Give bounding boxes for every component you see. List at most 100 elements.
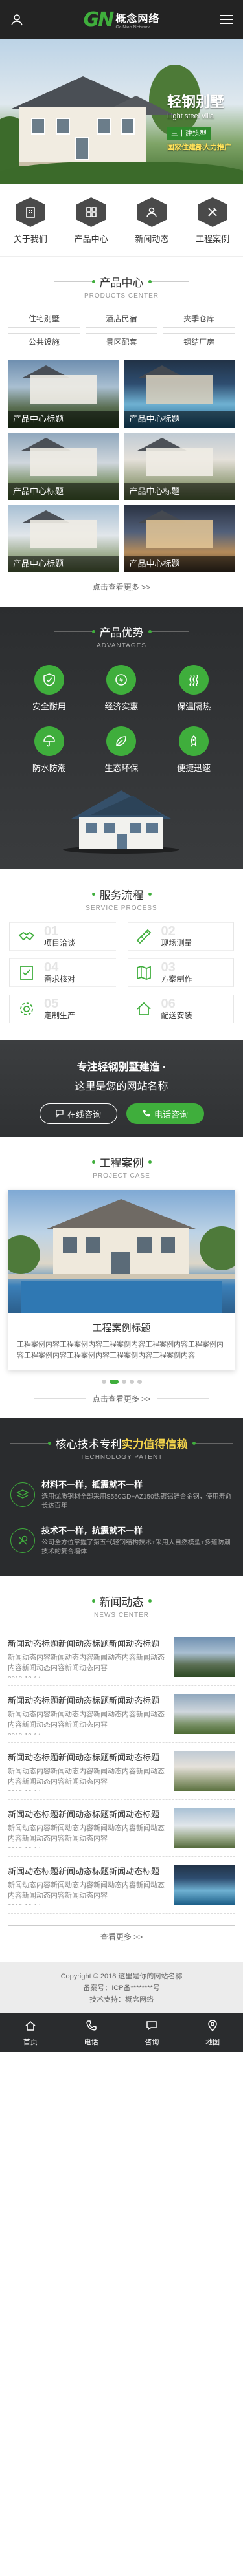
news-item[interactable]: 新闻动态标题新闻动态标题新闻动态标题 新闻动态内容新闻动态内容新闻动态内容新闻动… [8,1857,235,1914]
step-label: 现场测量 [161,938,192,947]
section-title: 新闻动态 NEWS CENTER [0,1576,243,1629]
product-card[interactable]: 产品中心标题 [8,433,119,500]
product-title: 产品中心标题 [124,556,235,572]
news-item[interactable]: 新闻动态标题新闻动态标题新闻动态标题 新闻动态内容新闻动态内容新闻动态内容新闻动… [8,1800,235,1857]
tab-map[interactable]: 地图 [205,2019,220,2047]
news-item[interactable]: 新闻动态标题新闻动态标题新闻动态标题 新闻动态内容新闻动态内容新闻动态内容新闻动… [8,1686,235,1743]
product-grid: 产品中心标题 产品中心标题 产品中心标题 产品中心标题 产品中心标题 产品中心标… [0,351,243,572]
process-step: 01 项目洽谈 [9,922,116,951]
banner-subtitle: Light steel villa [167,113,214,120]
quicknav-label: 工程案例 [196,234,230,244]
advantage-item: ¥ 经济实惠 [86,665,158,712]
cases-more-link[interactable]: 点击查看更多 >> [0,1393,243,1404]
quicknav-products[interactable]: 产品中心 [65,197,117,244]
category-tab[interactable]: 住宅别墅 [8,310,80,328]
news-item[interactable]: 新闻动态标题新闻动态标题新闻动态标题 新闻动态内容新闻动态内容新闻动态内容新闻动… [8,1629,235,1686]
tab-message[interactable]: 咨询 [145,2019,159,2047]
logo-subtitle: GaiNian Network [115,25,150,30]
user-icon[interactable] [9,12,25,27]
advantages-section: 产品优势 ADVANTAGES 安全耐用 ¥ 经济实惠 保温隔热 防水防潮 生态… [0,607,243,869]
process-step: 04 需求核对 [9,958,116,987]
advantage-label: 生态环保 [104,763,139,773]
news-date: 2018-12-14 [8,1846,167,1848]
advantage-item: 生态环保 [86,726,158,774]
carousel-dot[interactable] [129,1380,134,1384]
advantages-grid: 安全耐用 ¥ 经济实惠 保温隔热 防水防潮 生态环保 便捷迅速 [0,660,243,785]
online-consult-button[interactable]: 在线咨询 [39,1103,117,1124]
quicknav-about[interactable]: 关于我们 [5,197,56,244]
support-text: 技术支持：概念网络 [89,1996,154,2004]
tech-item: 材料不一样，抵震就不一样 选用优质钢材全部采用S550GD+AZ150热镀铝锌合… [0,1471,243,1517]
tech-heading: 材料不一样，抵震就不一样 [41,1480,143,1489]
menu-icon[interactable] [218,12,234,27]
products-more-link[interactable]: 点击查看更多 >> [0,581,243,607]
category-tab[interactable]: 酒店民宿 [85,310,158,328]
layers-icon [10,1482,35,1507]
tab-home[interactable]: 首页 [23,2019,38,2047]
section-title: 核心技术专利实力值得信赖 TECHNOLOGY PATENT [0,1418,243,1471]
section-title-highlight: 实力值得信赖 [121,1438,188,1451]
carousel-dot[interactable] [121,1380,126,1384]
news-thumbnail [174,1751,235,1791]
lawn-decoration [0,162,243,184]
category-tab[interactable]: 公共设施 [8,333,80,351]
product-categories: 住宅别墅 酒店民宿 夹季仓库 公共设施 景区配套 钢结厂房 [0,310,243,351]
news-more-button[interactable]: 查看更多 >> [8,1925,235,1947]
step-label: 需求核对 [44,975,76,984]
process-step: 06 配送安装 [127,995,234,1023]
tech-item: 技术不一样，抗震就不一样 公司全方位掌握了第五代轻钢结构技术+采用大自然模型+多… [0,1517,243,1563]
page: GN 概念网络 GaiNian Network 轻钢别墅 Light steel… [0,0,243,2052]
news-summary: 新闻动态内容新闻动态内容新闻动态内容新闻动态内容新闻动态内容新闻动态内容 [8,1824,165,1843]
leaf-icon [106,726,137,756]
news-title: 新闻动态标题新闻动态标题新闻动态标题 [8,1696,160,1705]
carousel-dot[interactable] [101,1380,106,1384]
step-label: 定制生产 [44,1011,76,1020]
bottom-tabbar: 首页 电话 咨询 地图 [0,2013,243,2052]
tab-label: 电话 [84,2038,98,2046]
section-title-text: 工程案例 [99,1157,144,1169]
quicknav-news[interactable]: 新闻动态 [126,197,178,244]
quicknav-cases[interactable]: 工程案例 [187,197,238,244]
phone-consult-button[interactable]: 电话咨询 [126,1103,204,1124]
logo-name: 概念网络 [115,13,160,25]
site-header: GN 概念网络 GaiNian Network [0,0,243,39]
section-title: 产品中心 PRODUCTS CENTER [0,257,243,310]
hero-banner[interactable]: 轻钢别墅 Light steel villa 三十建筑型 国家住建部大力推广 [0,39,243,184]
quicknav-label: 关于我们 [13,234,47,244]
category-tab[interactable]: 夹季仓库 [163,310,235,328]
carousel-dot[interactable] [137,1380,142,1384]
news-date: 2018-12-14 [8,1790,167,1791]
tools-icon [198,197,228,227]
site-footer: Copyright © 2018 这里是你的网站名称 备案号：ICP备*****… [0,1962,243,2013]
news-section: 新闻动态 NEWS CENTER 新闻动态标题新闻动态标题新闻动态标题 新闻动态… [0,1576,243,1947]
advantage-item: 安全耐用 [13,665,86,712]
map-icon [133,962,155,984]
category-tab[interactable]: 景区配套 [85,333,158,351]
site-logo[interactable]: GN 概念网络 GaiNian Network [84,8,160,31]
news-title: 新闻动态标题新闻动态标题新闻动态标题 [8,1639,160,1649]
phone-icon [85,2019,98,2034]
category-tab[interactable]: 钢结厂房 [163,333,235,351]
grid-icon [76,197,106,227]
banner-slogan: 国家住建部大力推广 [167,144,231,151]
advantage-item: 便捷迅速 [157,726,230,774]
product-card[interactable]: 产品中心标题 [124,505,235,572]
product-card[interactable]: 产品中心标题 [124,360,235,428]
product-title: 产品中心标题 [8,556,119,572]
case-card[interactable]: 工程案例标题 工程案例内容工程案例内容工程案例内容工程案例内容工程案例内容工程案… [8,1190,235,1370]
product-card[interactable]: 产品中心标题 [124,433,235,500]
section-subtitle: TECHNOLOGY PATENT [80,1454,163,1461]
contact-banner: 专注轻钢别墅建造 · 这里是您的网站名称 在线咨询 电话咨询 [0,1040,243,1137]
advantage-label: 安全耐用 [32,702,66,711]
news-item[interactable]: 新闻动态标题新闻动态标题新闻动态标题 新闻动态内容新闻动态内容新闻动态内容新闻动… [8,1743,235,1800]
news-summary: 新闻动态内容新闻动态内容新闻动态内容新闻动态内容新闻动态内容新闻动态内容 [8,1881,165,1900]
measure-icon [133,925,155,947]
product-card[interactable]: 产品中心标题 [8,360,119,428]
news-list: 新闻动态标题新闻动态标题新闻动态标题 新闻动态内容新闻动态内容新闻动态内容新闻动… [0,1629,243,1914]
tab-phone[interactable]: 电话 [84,2019,98,2047]
tab-label: 咨询 [145,2038,159,2046]
carousel-dot[interactable] [109,1380,119,1384]
case-description: 工程案例内容工程案例内容工程案例内容工程案例内容工程案例内容工程案例内容工程案例… [17,1341,224,1359]
product-card[interactable]: 产品中心标题 [8,505,119,572]
carousel-dots [0,1380,243,1384]
